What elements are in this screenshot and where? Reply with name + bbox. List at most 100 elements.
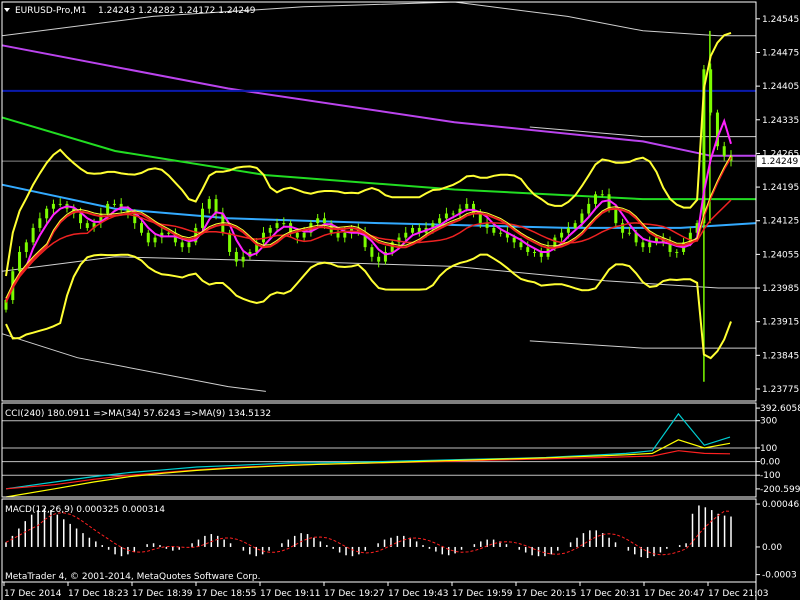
cci-axis-label: 392.6058 — [760, 404, 800, 414]
candle-body — [600, 194, 604, 196]
cci-axis-label: -100 — [760, 471, 781, 481]
candle-body — [492, 227, 496, 233]
candle-body — [580, 213, 584, 224]
candle-body — [648, 242, 652, 248]
cci-plot[interactable] — [2, 412, 756, 498]
macd-axis-label: 0.00 — [762, 543, 782, 553]
time-axis-label: 17 Dec 18:55 — [196, 589, 257, 599]
candle-body — [444, 213, 448, 219]
current-price-label: 1.24249 — [761, 157, 798, 167]
candle-body — [560, 232, 564, 238]
candle-body — [85, 223, 89, 228]
candle-body — [336, 232, 340, 238]
candle-body — [526, 247, 530, 252]
candle-body — [519, 242, 523, 248]
candle-body — [106, 203, 110, 214]
cci-line-cci240 — [5, 412, 731, 490]
candle-body — [200, 208, 204, 228]
time-axis-label: 17 Dec 18:23 — [68, 589, 129, 599]
price-axis-label: 1.24545 — [762, 15, 799, 25]
candle-body — [404, 232, 408, 238]
candle-body — [411, 227, 415, 233]
candle-body — [302, 232, 306, 238]
price-axis-label: 1.23775 — [762, 385, 799, 395]
price-axis-label: 1.23845 — [762, 351, 799, 361]
ohlc-readout: 1.24243 1.24282 1.24172 1.24249 — [98, 6, 256, 16]
time-axis-label: 17 Dec 19:59 — [452, 589, 513, 599]
time-axis-label: 17 Dec 21:03 — [708, 589, 769, 599]
candle-body — [18, 251, 22, 272]
candle-body — [38, 218, 42, 228]
candle-body — [45, 208, 49, 219]
time-axis-label: 17 Dec 19:11 — [260, 589, 321, 599]
chart-area[interactable]: 1.245451.244751.244051.243351.242651.241… — [0, 0, 800, 600]
candle-body — [512, 237, 516, 243]
candle-body — [478, 213, 482, 224]
candle-body — [31, 227, 35, 243]
candle-body — [58, 203, 62, 205]
candle-body — [79, 213, 83, 224]
macd-axis-label: 0.000465 — [762, 500, 800, 510]
time-axis-label: 17 Dec 20:47 — [644, 589, 705, 599]
cci-indicator-title: CCI(240) 180.0911 =>MA(34) 57.6243 =>MA(… — [5, 409, 271, 419]
candle-body — [153, 237, 157, 243]
time-axis-label: 17 Dec 2014 — [4, 589, 62, 599]
candle-body — [438, 218, 442, 224]
candle-body — [593, 194, 597, 204]
candle-body — [187, 242, 191, 248]
time-axis-label: 17 Dec 19:43 — [388, 589, 449, 599]
price-axis-label: 1.23915 — [762, 318, 799, 328]
candle-body — [641, 242, 645, 248]
candle-body — [675, 251, 679, 253]
bollinger-lower-line — [5, 253, 732, 360]
candle-body — [234, 251, 238, 262]
price-axis-label: 1.24125 — [762, 217, 799, 227]
cci-axis-label: 300 — [760, 417, 777, 427]
candle-body — [627, 232, 631, 234]
price-axis-label: 1.24055 — [762, 250, 799, 260]
price-axis-label: 1.24335 — [762, 116, 799, 126]
cci-axis-label: -200.5992 — [760, 485, 800, 495]
candle-body — [140, 223, 144, 233]
macd-indicator-title: MACD(12,26,9) 0.000325 0.000314 — [5, 505, 165, 515]
price-axis-label: 1.24405 — [762, 82, 799, 92]
candle-body — [241, 256, 245, 262]
candle-body — [322, 218, 326, 224]
cci-axis-label: 100 — [760, 444, 777, 454]
candle-body — [207, 199, 211, 209]
main-panel-frame — [1, 1, 757, 402]
collapse-triangle-icon[interactable] — [4, 8, 10, 12]
time-axis-label: 17 Dec 19:27 — [324, 589, 385, 599]
candle-body — [485, 223, 489, 228]
candle-body — [451, 213, 455, 215]
main-price-plot[interactable] — [1, 1, 757, 392]
candle-body — [268, 227, 272, 233]
time-axis-label: 17 Dec 20:31 — [580, 589, 641, 599]
candle-body — [180, 242, 184, 248]
candle-body — [167, 232, 171, 234]
candle-body — [282, 223, 286, 225]
copyright-footer: MetaTrader 4, © 2001-2014, MetaQuotes So… — [5, 572, 261, 582]
candle-body — [370, 247, 374, 257]
candle-body — [722, 146, 726, 156]
candle-body — [614, 208, 618, 224]
symbol-label: EURUSD-Pro,M1 — [15, 6, 87, 16]
candle-body — [377, 256, 381, 262]
main-header: EURUSD-Pro,M1 1.24243 1.24282 1.24172 1.… — [4, 6, 256, 16]
cci-axis-label: 0.00 — [760, 458, 780, 468]
candle-body — [146, 232, 150, 243]
macd-axis-label: -0.0003 — [762, 571, 797, 581]
price-axis-label: 1.23985 — [762, 284, 799, 294]
time-axis-label: 17 Dec 18:39 — [132, 589, 193, 599]
bollinger-upper-line — [5, 31, 732, 277]
candle-body — [566, 227, 570, 233]
candle-body — [295, 232, 299, 238]
price-axis-label: 1.24475 — [762, 48, 799, 58]
indicator-line-ma_violet — [1, 44, 756, 157]
candle-body — [499, 232, 503, 234]
candle-body — [24, 242, 28, 252]
candle-body — [316, 218, 320, 224]
price-axis-label: 1.24195 — [762, 183, 799, 193]
candle-body — [587, 203, 591, 214]
candle-body — [465, 203, 469, 209]
